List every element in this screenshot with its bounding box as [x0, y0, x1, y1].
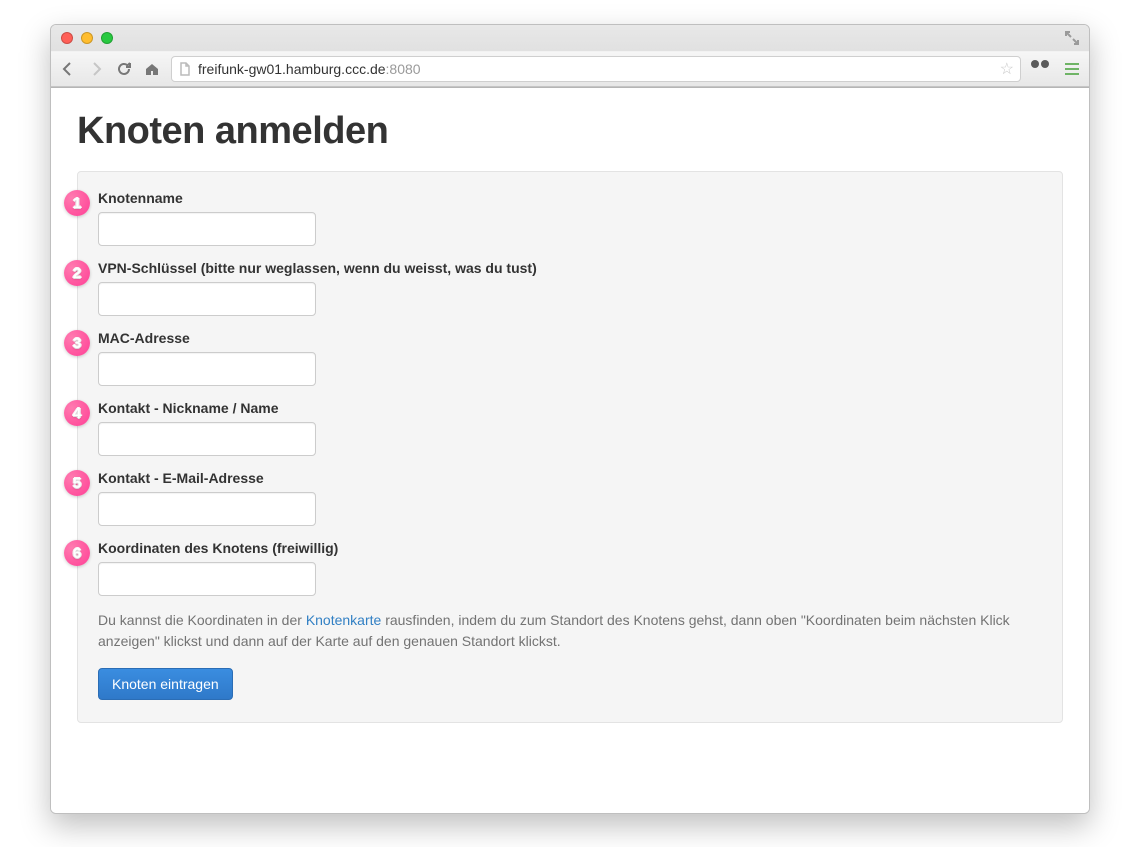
page-title: Knoten anmelden: [77, 110, 1063, 153]
titlebar: Freifunk Hamburg - fastd ×: [51, 25, 1089, 51]
input-vpn-key[interactable]: [98, 282, 316, 316]
input-knotenname[interactable]: [98, 212, 316, 246]
step-badge-3: 3: [64, 330, 90, 356]
label-contact-name: Kontakt - Nickname / Name: [98, 400, 1042, 416]
field-mac: 3 MAC-Adresse: [98, 330, 1042, 386]
reload-button[interactable]: [115, 60, 133, 78]
forward-button[interactable]: [87, 60, 105, 78]
label-coordinates: Koordinaten des Knotens (freiwillig): [98, 540, 1042, 556]
input-contact-email[interactable]: [98, 492, 316, 526]
back-button[interactable]: [59, 60, 77, 78]
field-contact-email: 5 Kontakt - E-Mail-Adresse: [98, 470, 1042, 526]
input-coordinates[interactable]: [98, 562, 316, 596]
minimize-window-button[interactable]: [81, 32, 93, 44]
submit-button[interactable]: Knoten eintragen: [98, 668, 233, 700]
field-contact-name: 4 Kontakt - Nickname / Name: [98, 400, 1042, 456]
label-mac: MAC-Adresse: [98, 330, 1042, 346]
register-form: 1 Knotenname 2 VPN-Schlüssel (bitte nur …: [77, 171, 1063, 723]
zoom-window-button[interactable]: [101, 32, 113, 44]
page-viewport: Knoten anmelden 1 Knotenname 2 VPN-Schlü…: [51, 88, 1089, 814]
field-coordinates: 6 Koordinaten des Knotens (freiwillig): [98, 540, 1042, 596]
page-content: Knoten anmelden 1 Knotenname 2 VPN-Schlü…: [51, 88, 1089, 745]
field-knotenname: 1 Knotenname: [98, 190, 1042, 246]
step-badge-5: 5: [64, 470, 90, 496]
label-contact-email: Kontakt - E-Mail-Adresse: [98, 470, 1042, 486]
extension-icon[interactable]: [1031, 60, 1053, 78]
browser-chrome: Freifunk Hamburg - fastd ×: [51, 25, 1089, 88]
bookmark-star-icon[interactable]: ☆: [1000, 59, 1014, 79]
address-bar[interactable]: freifunk-gw01.hamburg.ccc.de:8080 ☆: [171, 56, 1021, 82]
help-text-pre: Du kannst die Koordinaten in der: [98, 612, 306, 628]
step-badge-1: 1: [64, 190, 90, 216]
home-button[interactable]: [143, 60, 161, 78]
input-contact-name[interactable]: [98, 422, 316, 456]
label-vpn-key: VPN-Schlüssel (bitte nur weglassen, wenn…: [98, 260, 1042, 276]
step-badge-6: 6: [64, 540, 90, 566]
close-window-button[interactable]: [61, 32, 73, 44]
page-icon: [178, 62, 192, 76]
browser-window: Freifunk Hamburg - fastd ×: [50, 24, 1090, 814]
menu-button[interactable]: [1063, 60, 1081, 78]
input-mac[interactable]: [98, 352, 316, 386]
coordinates-help: Du kannst die Koordinaten in der Knotenk…: [98, 610, 1042, 652]
field-vpn-key: 2 VPN-Schlüssel (bitte nur weglassen, we…: [98, 260, 1042, 316]
step-badge-4: 4: [64, 400, 90, 426]
url-text: freifunk-gw01.hamburg.ccc.de:8080: [198, 61, 994, 77]
window-controls: [51, 32, 113, 44]
knotenkarte-link[interactable]: Knotenkarte: [306, 612, 382, 628]
step-badge-2: 2: [64, 260, 90, 286]
browser-toolbar: freifunk-gw01.hamburg.ccc.de:8080 ☆: [51, 51, 1089, 87]
fullscreen-icon[interactable]: [1065, 31, 1079, 45]
label-knotenname: Knotenname: [98, 190, 1042, 206]
